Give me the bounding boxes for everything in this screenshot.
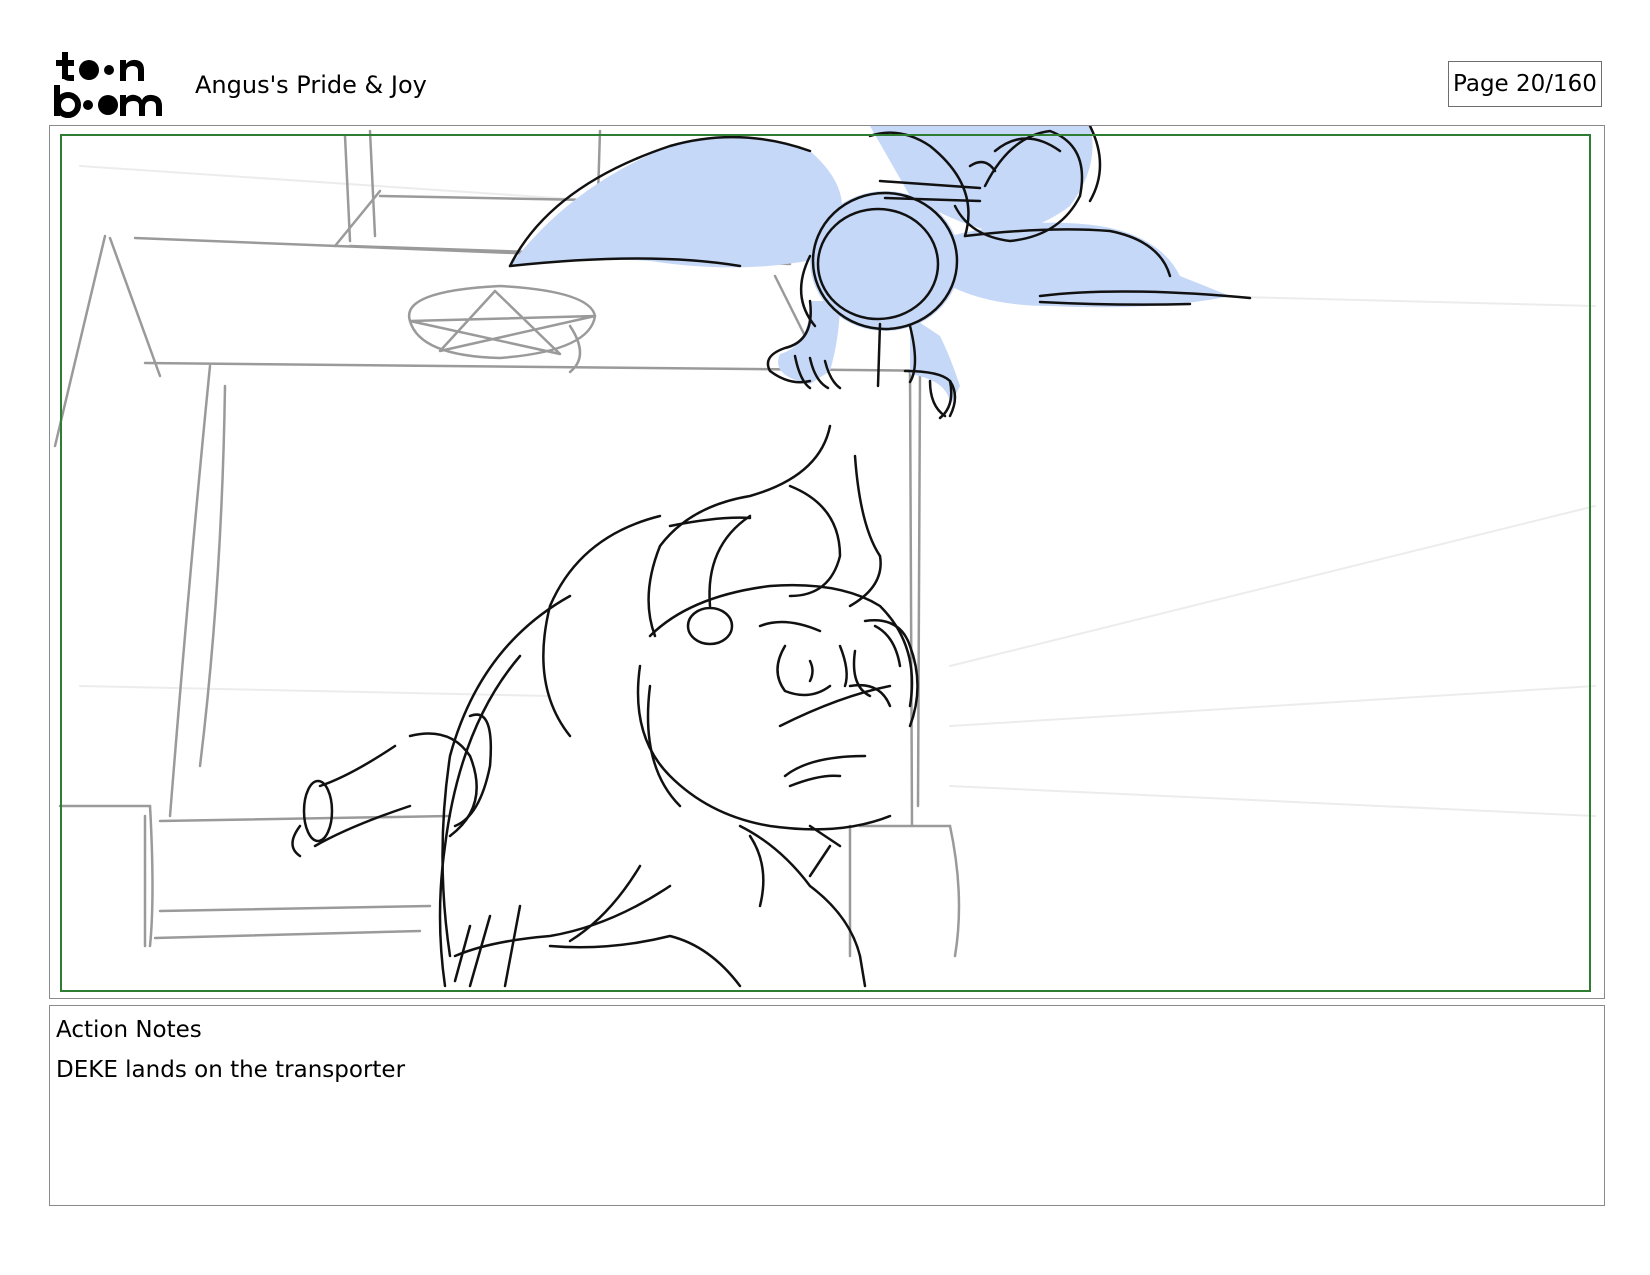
panel-drawing [53,126,1596,988]
action-notes-panel: Action Notes DEKE lands on the transport… [49,1005,1605,1206]
action-notes-text: DEKE lands on the transporter [56,1057,406,1083]
action-notes-heading: Action Notes [56,1017,202,1043]
angus-linework [291,424,919,988]
toon-boom-logo [54,52,162,118]
storyboard-panel [49,125,1605,999]
page-counter: Page 20/160 [1448,61,1602,107]
project-title: Angus's Pride & Joy [195,71,427,99]
